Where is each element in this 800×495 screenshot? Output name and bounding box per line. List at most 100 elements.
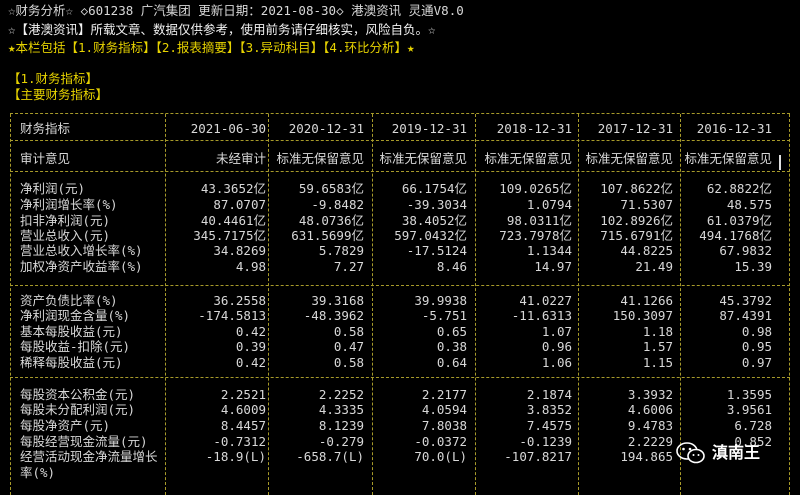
table-row: 营业总收入(元) 345.7175亿 631.5699亿 597.0432亿 723.7… — [10, 229, 790, 243]
table-cell: 4.98 — [235, 259, 266, 274]
table-cell: 41.1266 — [620, 293, 673, 308]
table-cell: -48.3962 — [303, 308, 364, 323]
table-row: 净利润(元) 43.3652亿 59.6583亿 66.1754亿 109.0265亿 1… — [10, 182, 790, 196]
table-cell: 2.2229 — [627, 434, 673, 449]
table-cell: 0.39 — [235, 339, 266, 354]
table-cell: 0.64 — [436, 355, 467, 370]
row-label: 每股净资产(元) — [20, 418, 111, 433]
table-cell: 70.0(L) — [414, 449, 467, 464]
table-cell: -0.1239 — [519, 434, 572, 449]
date-header: 2018-12-31 — [496, 121, 572, 136]
table-cell: 597.0432亿 — [394, 228, 467, 243]
table-cell: -107.8217 — [504, 449, 572, 464]
row-label: 每股资本公积金(元) — [20, 387, 136, 402]
table-cell: 4.6006 — [627, 402, 673, 417]
table-cell: -9.8482 — [311, 197, 364, 212]
financial-table: 财务指标 2021-06-30 2020-12-31 2019-12-31 20… — [10, 113, 790, 495]
row-label: 每股经营现金流量(元) — [20, 434, 148, 449]
table-cell: 1.1344 — [526, 243, 572, 258]
table-row: 净利润现金含量(%) -174.5813 -48.3962 -5.751 -11.631… — [10, 309, 790, 323]
table-cell: 2.1874 — [526, 387, 572, 402]
table-cell: 1.18 — [642, 324, 673, 339]
table-cell: 631.5699亿 — [291, 228, 364, 243]
row-label: 率(%) — [20, 465, 56, 480]
table-cell: 48.575 — [726, 197, 772, 212]
audit-cell: 标准无保留意见 — [484, 151, 572, 166]
row-label: 加权净资产收益率(%) — [20, 259, 143, 274]
table-cell: 1.15 — [642, 355, 673, 370]
table-cell: 0.38 — [436, 339, 467, 354]
table-cell: 4.0594 — [421, 402, 467, 417]
table-row: 扣非净利润(元) 40.4461亿 48.0736亿 38.4052亿 98.0311亿… — [10, 214, 790, 228]
table-cell: 8.4457 — [220, 418, 266, 433]
table-cell: 67.9832 — [719, 243, 772, 258]
table-cell: 36.2558 — [213, 293, 266, 308]
date-header: 2016-12-31 — [696, 121, 772, 136]
row-label: 净利润增长率(%) — [20, 197, 118, 212]
header-line3[interactable]: ★本栏包括【1.财务指标】【2.报表摘要】【3.异动科目】【4.环比分析】★ — [8, 41, 415, 55]
table-cell: 1.07 — [541, 324, 572, 339]
table-cell: -0.0372 — [414, 434, 467, 449]
table-cell: 39.9938 — [414, 293, 467, 308]
row-label: 扣非净利润(元) — [20, 213, 111, 228]
table-cell: 2.2177 — [421, 387, 467, 402]
table-header-row: 财务指标 2021-06-30 2020-12-31 2019-12-31 20… — [10, 122, 790, 136]
table-cell: 15.39 — [734, 259, 772, 274]
table-row: 每股净资产(元) 8.4457 8.1239 7.8038 7.4575 9.4783 6.… — [10, 419, 790, 433]
date-header: 2020-12-31 — [288, 121, 364, 136]
table-cell: 107.8622亿 — [600, 181, 673, 196]
row-label: 每股未分配利润(元) — [20, 402, 136, 417]
table-cell: -11.6313 — [511, 308, 572, 323]
table-cell: 62.8822亿 — [706, 181, 772, 196]
row-label: 审计意见 — [20, 151, 71, 166]
table-cell: 345.7175亿 — [193, 228, 266, 243]
table-cell: 40.4461亿 — [200, 213, 266, 228]
table-row: 每股经营现金流量(元) -0.7312 -0.279 -0.0372 -0.1239 2.… — [10, 435, 790, 449]
table-cell: 4.6009 — [220, 402, 266, 417]
table-row: 率(%) — [10, 466, 790, 480]
table-cell: 14.97 — [534, 259, 572, 274]
table-cell: 7.4575 — [526, 418, 572, 433]
row-label: 营业总收入增长率(%) — [20, 243, 143, 258]
audit-cell: 标准无保留意见 — [585, 151, 673, 166]
table-cell: 723.7978亿 — [499, 228, 572, 243]
table-row: 每股资本公积金(元) 2.2521 2.2252 2.2177 2.1874 3.3932… — [10, 388, 790, 402]
table-cell: 34.8269 — [213, 243, 266, 258]
table-cell: -5.751 — [421, 308, 467, 323]
table-cell: 43.3652亿 — [200, 181, 266, 196]
section-main-indicators[interactable]: 【主要财务指标】 — [8, 88, 108, 102]
table-cell: 194.865 — [620, 449, 673, 464]
table-row: 每股收益-扣除(元) 0.39 0.47 0.38 0.96 1.57 0.95 — [10, 340, 790, 354]
audit-cell: 标准无保留意见 — [276, 151, 364, 166]
table-cell: 150.3097 — [612, 308, 673, 323]
row-label: 每股收益-扣除(元) — [20, 339, 131, 354]
table-cell: 0.97 — [741, 355, 772, 370]
table-cell: 0.42 — [235, 324, 266, 339]
section-financial-indicators[interactable]: 【1.财务指标】 — [8, 72, 98, 86]
table-row: 基本每股收益(元) 0.42 0.58 0.65 1.07 1.18 0.98 — [10, 325, 790, 339]
table-cell: -174.5813 — [198, 308, 266, 323]
table-cell: 2.2252 — [318, 387, 364, 402]
table-cell: 7.27 — [333, 259, 364, 274]
table-cell: -18.9(L) — [205, 449, 266, 464]
audit-cell: 未经审计 — [215, 151, 266, 166]
table-cell: 0.42 — [235, 355, 266, 370]
table-cell: -0.7312 — [213, 434, 266, 449]
header-line1: ☆财务分析☆ ◇601238 广汽集团 更新日期：2021-08-30◇ 港澳资… — [8, 3, 464, 18]
row-label: 营业总收入(元) — [20, 228, 111, 243]
table-cell: 0.98 — [741, 324, 772, 339]
table-cell: 41.0227 — [519, 293, 572, 308]
table-row: 稀释每股收益(元) 0.42 0.58 0.64 1.06 1.15 0.97 — [10, 356, 790, 370]
row-label: 净利润现金含量(%) — [20, 308, 131, 323]
row-label: 经营活动现金净流量增长 — [20, 449, 158, 464]
row-label: 净利润(元) — [20, 181, 86, 196]
table-cell: 0.58 — [333, 324, 364, 339]
table-cell: 3.8352 — [526, 402, 572, 417]
table-cell: 0.65 — [436, 324, 467, 339]
table-cell: 45.3792 — [719, 293, 772, 308]
table-cell: 38.4052亿 — [401, 213, 467, 228]
table-cell: 1.3595 — [726, 387, 772, 402]
table-cell: 715.6791亿 — [600, 228, 673, 243]
table-row: 每股未分配利润(元) 4.6009 4.3335 4.0594 3.8352 4.6006… — [10, 403, 790, 417]
table-cell: 61.0379亿 — [706, 213, 772, 228]
